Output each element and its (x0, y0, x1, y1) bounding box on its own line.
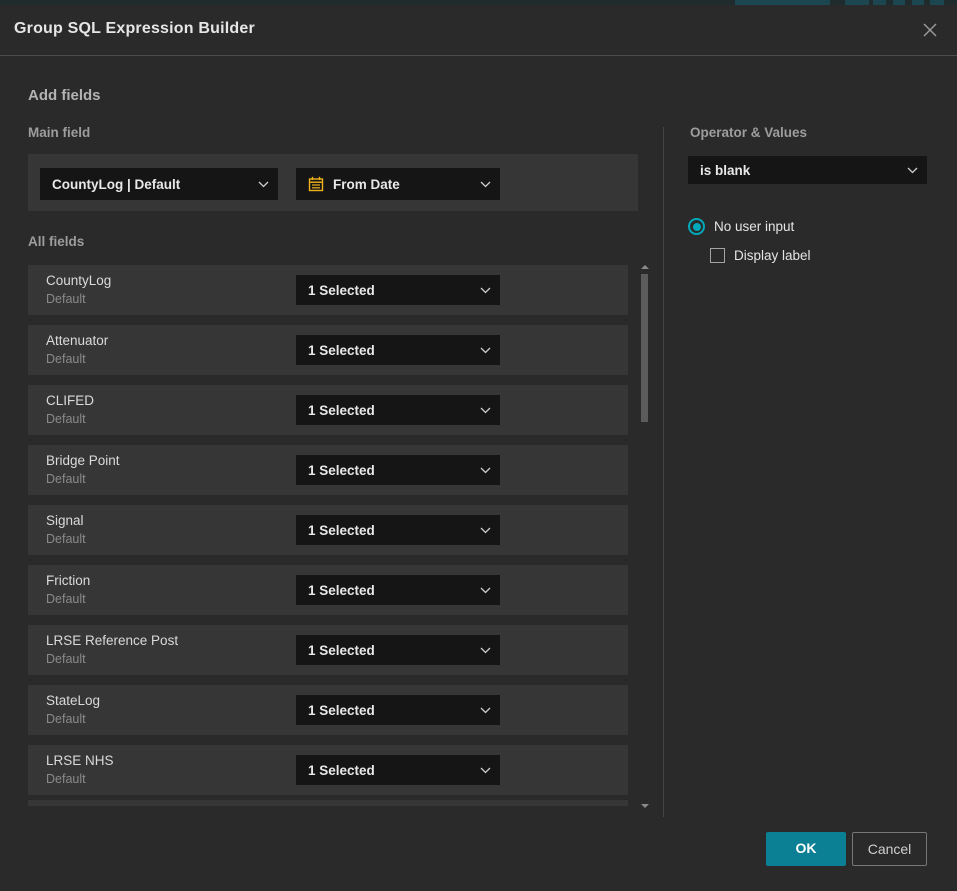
chevron-down-icon (258, 181, 269, 188)
field-selection-value: 1 Selected (308, 403, 375, 418)
all-fields-label: All fields (28, 234, 84, 249)
field-selection-dropdown[interactable]: 1 Selected (296, 575, 500, 605)
main-field-layer-select-value: CountyLog | Default (52, 177, 180, 192)
field-row: Signal Default 1 Selected (28, 505, 628, 555)
scroll-up-arrow-icon[interactable] (641, 265, 649, 269)
scroll-down-arrow-icon[interactable] (641, 804, 649, 808)
chevron-down-icon (480, 647, 491, 654)
field-name: LRSE Reference Post (46, 633, 178, 648)
field-subtitle: Default (46, 532, 86, 546)
field-name: LRSE NHS (46, 753, 114, 768)
main-field-panel: CountyLog | Default From Date (28, 154, 638, 211)
chevron-down-icon (480, 347, 491, 354)
field-selection-dropdown[interactable]: 1 Selected (296, 455, 500, 485)
field-subtitle: Default (46, 712, 86, 726)
main-field-date-select[interactable]: From Date (296, 168, 500, 200)
chevron-down-icon (907, 167, 918, 174)
operator-select-value: is blank (700, 163, 750, 178)
chevron-down-icon (480, 181, 491, 188)
field-selection-dropdown[interactable]: 1 Selected (296, 395, 500, 425)
field-selection-value: 1 Selected (308, 583, 375, 598)
radio-selected-icon (688, 218, 705, 235)
main-field-layer-select[interactable]: CountyLog | Default (40, 168, 278, 200)
display-label-checkbox[interactable]: Display label (710, 248, 811, 263)
no-user-input-label: No user input (714, 219, 794, 234)
no-user-input-radio[interactable]: No user input (688, 218, 794, 235)
field-selection-value: 1 Selected (308, 763, 375, 778)
cancel-button[interactable]: Cancel (852, 832, 927, 866)
field-row: CountyLog Default 1 Selected (28, 265, 628, 315)
field-selection-dropdown[interactable]: 1 Selected (296, 635, 500, 665)
field-selection-value: 1 Selected (308, 703, 375, 718)
field-selection-value: 1 Selected (308, 283, 375, 298)
all-fields-list: CountyLog Default 1 Selected Attenuator … (28, 265, 628, 805)
field-selection-value: 1 Selected (308, 463, 375, 478)
field-name: CLIFED (46, 393, 94, 408)
field-row: Friction Default 1 Selected (28, 565, 628, 615)
field-subtitle: Default (46, 292, 86, 306)
chevron-down-icon (480, 767, 491, 774)
field-subtitle: Default (46, 352, 86, 366)
field-subtitle: Default (46, 772, 86, 786)
field-selection-value: 1 Selected (308, 643, 375, 658)
chevron-down-icon (480, 527, 491, 534)
all-fields-scrollbar[interactable] (640, 263, 649, 808)
field-subtitle: Default (46, 652, 86, 666)
field-row: LRSE NHS Default 1 Selected (28, 745, 628, 795)
display-label-text: Display label (734, 248, 811, 263)
field-selection-dropdown[interactable]: 1 Selected (296, 695, 500, 725)
chevron-down-icon (480, 587, 491, 594)
chevron-down-icon (480, 287, 491, 294)
calendar-date-icon (308, 176, 324, 192)
field-selection-dropdown[interactable]: 1 Selected (296, 755, 500, 785)
chevron-down-icon (480, 707, 491, 714)
group-sql-expression-builder-dialog: Group SQL Expression Builder Add fields … (0, 5, 957, 891)
dialog-header: Group SQL Expression Builder (0, 5, 957, 56)
field-subtitle: Default (46, 472, 86, 486)
field-subtitle: Default (46, 412, 86, 426)
field-name: CountyLog (46, 273, 111, 288)
main-field-date-select-value: From Date (333, 177, 400, 192)
field-name: Attenuator (46, 333, 108, 348)
field-selection-value: 1 Selected (308, 343, 375, 358)
dialog-title: Group SQL Expression Builder (14, 20, 255, 38)
field-row: LRSE Reference Post Default 1 Selected (28, 625, 628, 675)
section-title-add-fields: Add fields (28, 87, 101, 104)
chevron-down-icon (480, 407, 491, 414)
ok-button[interactable]: OK (766, 832, 846, 866)
field-selection-dropdown[interactable]: 1 Selected (296, 515, 500, 545)
checkbox-unchecked-icon (710, 248, 725, 263)
panel-divider (663, 127, 664, 817)
field-row: Attenuator Default 1 Selected (28, 325, 628, 375)
field-selection-dropdown[interactable]: 1 Selected (296, 275, 500, 305)
field-row: Bridge Point Default 1 Selected (28, 445, 628, 495)
operator-select[interactable]: is blank (688, 156, 927, 184)
field-row: CLIFED Default 1 Selected (28, 385, 628, 435)
field-selection-value: 1 Selected (308, 523, 375, 538)
field-subtitle: Default (46, 592, 86, 606)
chevron-down-icon (480, 467, 491, 474)
field-name: Signal (46, 513, 84, 528)
field-name: Friction (46, 573, 90, 588)
field-selection-dropdown[interactable]: 1 Selected (296, 335, 500, 365)
field-name: StateLog (46, 693, 100, 708)
partial-next-row (28, 800, 628, 806)
operator-values-label: Operator & Values (690, 125, 807, 140)
scrollbar-thumb[interactable] (641, 274, 648, 422)
field-name: Bridge Point (46, 453, 120, 468)
main-field-label: Main field (28, 125, 90, 140)
field-row: StateLog Default 1 Selected (28, 685, 628, 735)
close-icon[interactable] (918, 18, 942, 42)
